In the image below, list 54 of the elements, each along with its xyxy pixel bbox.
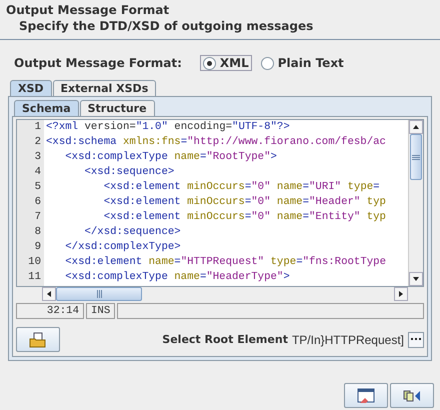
line-number: 7 (34, 210, 41, 225)
down-arrow-icon (412, 275, 420, 283)
root-element-label: Select Root Element (162, 333, 288, 346)
grip-icon (412, 154, 420, 160)
left-arrow-icon (45, 290, 53, 298)
panel-subtitle: Specify the DTD/XSD of outgoing messages (18, 19, 314, 33)
cursor-position: 32:14 (16, 303, 84, 319)
code-editor[interactable] (16, 119, 424, 287)
browse-button[interactable] (408, 332, 424, 348)
format-radio[interactable]: XML (200, 55, 252, 71)
format-radio[interactable]: Plain Text (258, 55, 347, 71)
code-line: <?xml version="1.0" encoding="UTF-8"?> (46, 120, 291, 135)
code-line: <xsd:complexType name="RootType"> (64, 150, 278, 165)
line-number: 1 (34, 120, 41, 135)
tab[interactable]: Structure (80, 100, 155, 116)
code-line: <xsd:element minOccurs="0" name="Header" typ (102, 195, 387, 210)
horizontal-scrollbar[interactable] (42, 287, 408, 301)
tab[interactable]: XSD (10, 80, 52, 96)
code-line: <xsd:schema xmlns:fns="http://www.fiorano.com/fesb/ac (46, 135, 387, 150)
line-number: 11 (28, 270, 41, 285)
grip-icon (96, 290, 102, 298)
code-line: <xsd:complexType name="HeaderType"> (64, 270, 291, 285)
tab[interactable]: Schema (14, 100, 79, 116)
line-number: 9 (34, 240, 41, 255)
tab[interactable]: External XSDs (52, 80, 156, 96)
scroll-thumb[interactable] (56, 287, 142, 301)
line-number: 6 (34, 195, 41, 210)
pages-arrow-icon (403, 388, 421, 402)
clear-button[interactable] (344, 383, 388, 408)
code-line: <xsd:element minOccurs="0" name="Entity" typ (102, 210, 387, 225)
code-line: </xsd:sequence> (83, 225, 182, 240)
insert-mode: INS (86, 303, 116, 319)
window-eraser-icon (357, 388, 375, 404)
line-number: 4 (34, 165, 41, 180)
code-line: </xsd:complexType> (64, 240, 182, 255)
vertical-scrollbar[interactable] (408, 120, 423, 286)
line-number: 3 (34, 150, 41, 165)
line-number: 10 (28, 255, 41, 270)
ellipsis-icon (411, 338, 421, 341)
line-number: 2 (34, 135, 41, 150)
code-line: <xsd:element minOccurs="0" name="URI" type= (102, 180, 381, 195)
scroll-thumb[interactable] (410, 134, 422, 180)
line-number: 5 (34, 180, 41, 195)
back-button[interactable] (390, 383, 434, 408)
up-arrow-icon (412, 123, 420, 131)
code-line: <xsd:element name="HTTPRequest" type="fns:RootType (64, 255, 387, 270)
right-arrow-icon (397, 290, 405, 298)
folder-document-icon (29, 332, 47, 348)
root-element-value: TP/In}HTTPRequest] (292, 332, 404, 346)
panel-title: Output Message Format (6, 3, 170, 17)
format-label: Output Message Format: (14, 56, 182, 70)
code-line: <xsd:sequence> (83, 165, 176, 180)
open-folder-button[interactable] (16, 327, 60, 352)
line-number: 8 (34, 225, 41, 240)
